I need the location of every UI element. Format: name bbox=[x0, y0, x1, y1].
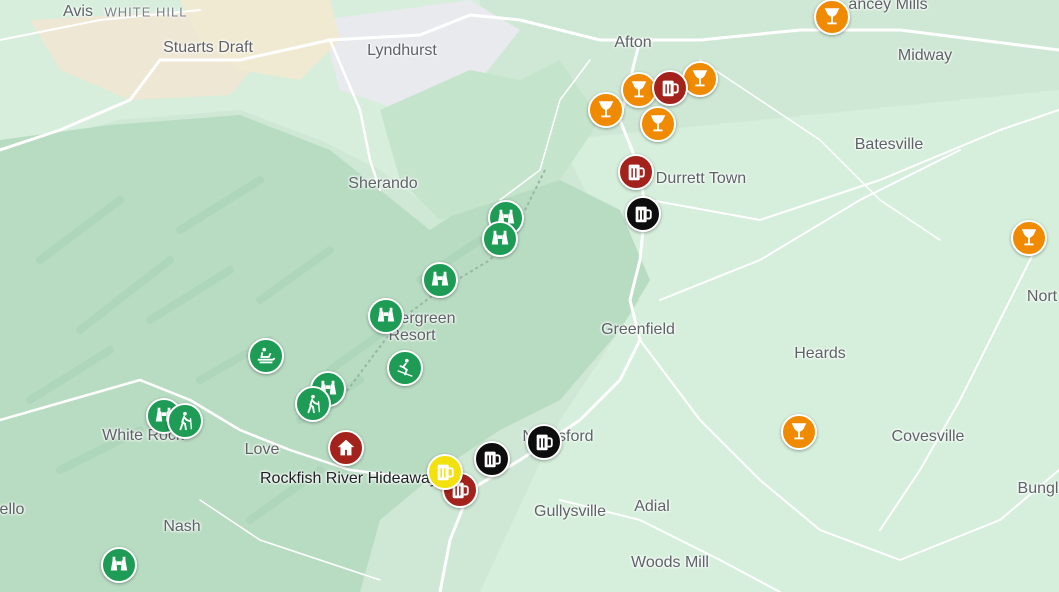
winery-marker[interactable] bbox=[640, 106, 676, 142]
winery-marker[interactable] bbox=[781, 414, 817, 450]
adial-label: Adial bbox=[634, 498, 670, 515]
heards-label: Heards bbox=[794, 345, 846, 362]
viewpoint-marker[interactable] bbox=[482, 221, 518, 257]
poi-label[interactable]: Rockfish River Hideaway bbox=[260, 470, 438, 488]
brewery-marker[interactable] bbox=[652, 70, 688, 106]
wine-glass-icon bbox=[595, 99, 617, 121]
hiker-icon bbox=[174, 410, 196, 432]
winery-marker[interactable] bbox=[588, 92, 624, 128]
batesville-label: Batesville bbox=[854, 136, 924, 153]
greenfield-label: Greenfield bbox=[601, 321, 675, 338]
white-hill-label: WHITE HILL bbox=[104, 4, 188, 20]
hiker-icon bbox=[302, 393, 324, 415]
binoculars-icon bbox=[489, 228, 511, 250]
wine-glass-icon bbox=[647, 113, 669, 135]
viewpoint-marker[interactable] bbox=[101, 547, 137, 583]
stuarts-draft-label: Stuarts Draft bbox=[163, 39, 253, 56]
gullysville-label: Gullysville bbox=[533, 503, 607, 520]
wine-glass-icon bbox=[788, 421, 810, 443]
winery-marker[interactable] bbox=[814, 0, 850, 35]
skiing-marker[interactable] bbox=[387, 350, 423, 386]
ello-label: ello bbox=[0, 501, 25, 518]
hiking-marker[interactable] bbox=[167, 403, 203, 439]
sherando-label: Sherando bbox=[348, 175, 418, 192]
love-label: Love bbox=[244, 441, 280, 458]
brewery-marker[interactable] bbox=[618, 154, 654, 190]
north-label: Nort bbox=[1026, 288, 1058, 305]
bungle-label: Bungl bbox=[1017, 480, 1059, 497]
wine-glass-icon bbox=[821, 6, 843, 28]
viewpoint-marker[interactable] bbox=[422, 262, 458, 298]
beer-mug-icon bbox=[659, 77, 681, 99]
distillery-marker[interactable] bbox=[526, 424, 562, 460]
distillery-marker[interactable] bbox=[625, 196, 661, 232]
beer-mug-icon bbox=[533, 431, 555, 453]
hiking-marker[interactable] bbox=[295, 386, 331, 422]
viewpoint-marker[interactable] bbox=[368, 298, 404, 334]
binoculars-icon bbox=[375, 305, 397, 327]
home-marker[interactable] bbox=[328, 430, 364, 466]
covesville-label: Covesville bbox=[891, 428, 965, 445]
winery-marker[interactable] bbox=[1011, 220, 1047, 256]
cidery-marker[interactable] bbox=[427, 454, 463, 490]
sled-icon bbox=[255, 345, 277, 367]
afton-label: Afton bbox=[614, 34, 652, 51]
durrett-town-label: Durrett Town bbox=[655, 170, 747, 187]
map-canvas[interactable] bbox=[0, 0, 1059, 592]
beer-mug-icon bbox=[625, 161, 647, 183]
skier-icon bbox=[394, 357, 416, 379]
binoculars-icon bbox=[108, 554, 130, 576]
lyndhurst-label: Lyndhurst bbox=[367, 42, 437, 59]
beer-mug-icon bbox=[434, 461, 456, 483]
distillery-marker[interactable] bbox=[474, 441, 510, 477]
yancey-mills-label: ancey Mills bbox=[848, 0, 928, 13]
wine-glass-icon bbox=[1018, 227, 1040, 249]
house-icon bbox=[335, 437, 357, 459]
avis-label: Avis bbox=[63, 3, 93, 20]
beer-mug-icon bbox=[632, 203, 654, 225]
nash-label: Nash bbox=[163, 518, 201, 535]
woods-mill-label: Woods Mill bbox=[631, 554, 709, 571]
midway-label: Midway bbox=[897, 47, 953, 64]
sledding-marker[interactable] bbox=[248, 338, 284, 374]
binoculars-icon bbox=[429, 269, 451, 291]
wine-glass-icon bbox=[628, 79, 650, 101]
wine-glass-icon bbox=[689, 68, 711, 90]
beer-mug-icon bbox=[481, 448, 503, 470]
